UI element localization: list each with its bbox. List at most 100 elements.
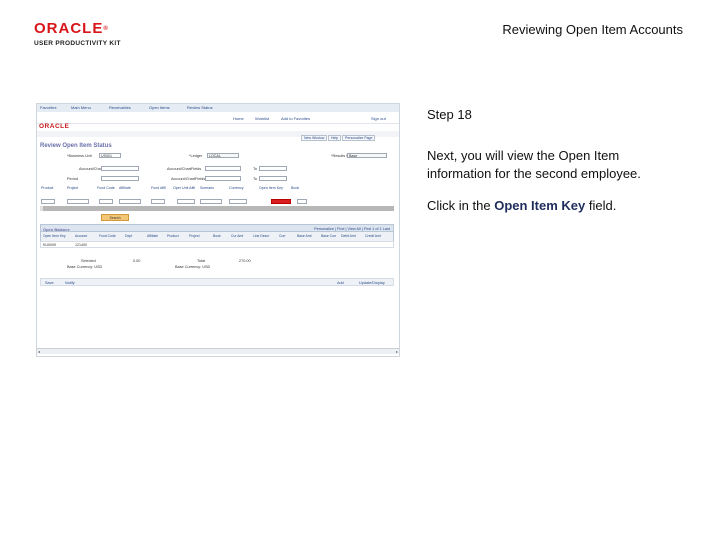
business-unit-label: *Business Unit (67, 154, 92, 158)
grid-navigation[interactable]: Personalize | Find | View All | First 1 … (314, 227, 390, 231)
notify-button[interactable]: Notify (65, 281, 75, 285)
menu-item[interactable]: Receivables (109, 105, 131, 110)
col-account: Account (75, 234, 88, 238)
col-cur-amt: Cur Amt (231, 234, 244, 238)
scroll-right-icon[interactable]: ▸ (396, 349, 398, 354)
period-chart-field[interactable] (205, 176, 241, 181)
business-unit-field[interactable]: US001 (99, 153, 121, 158)
col-base-amt: Base Amt (297, 234, 312, 238)
menu-item[interactable]: Review Status (187, 105, 213, 110)
table-row[interactable]: KU0009 121400 (40, 241, 394, 248)
horizontal-scrollbar[interactable] (40, 206, 394, 211)
col-project: Project (189, 234, 200, 238)
open-item-key-field[interactable] (271, 199, 291, 204)
account-from-field[interactable] (101, 166, 139, 171)
scenario-header: Scenario (200, 186, 215, 190)
project-header: Project (67, 186, 79, 190)
save-button[interactable]: Save (45, 281, 54, 285)
menu-item[interactable]: Favorites (40, 105, 56, 110)
selected-label: Selected (81, 259, 96, 263)
total-currency: Base Currency: USD (175, 265, 211, 269)
scroll-thumb[interactable] (40, 206, 43, 211)
to2-label: To (253, 177, 258, 181)
fund-affil-header: Fund Affil (151, 186, 166, 190)
step-number: Step 18 (427, 107, 472, 122)
personalize-page-link[interactable]: Personalize Page (342, 135, 376, 141)
add-button[interactable]: Add (337, 281, 344, 285)
col-product: Product (167, 234, 179, 238)
selected-currency: Base Currency: USD (67, 265, 103, 269)
col-book: Book (213, 234, 221, 238)
product-field[interactable] (41, 199, 55, 204)
period-from-field[interactable] (101, 176, 139, 181)
oracle-upk-logo: ORACLE® USER PRODUCTIVITY KIT (34, 20, 121, 47)
page-title: Review Open Item Status (40, 143, 112, 149)
fund-affil-field[interactable] (151, 199, 165, 204)
application-screenshot: Favorites Main Menu Receivables Open Ite… (36, 103, 400, 357)
col-curr: Curr (279, 234, 286, 238)
update-display-button[interactable]: Update/Display (359, 281, 385, 285)
logo-registered-mark: ® (103, 26, 109, 32)
click-instruction: Click in the Open Item Key field. (427, 198, 687, 213)
col-line-descr: Line Descr (253, 234, 270, 238)
nav-worklist[interactable]: Worklist (255, 116, 269, 121)
action-toolbar: Save Notify Add Update/Display (40, 278, 394, 286)
instruction-text: Next, you will view the Open Item inform… (427, 148, 641, 181)
results-in-select[interactable]: Base (347, 153, 387, 158)
period-label: Period (67, 177, 78, 181)
col-credit-amt: Credit Amt (365, 234, 381, 238)
scenario-field[interactable] (200, 199, 222, 204)
account-chartfields-label: Account/ChartFields (167, 167, 202, 171)
menu-item[interactable]: Main Menu (71, 105, 91, 110)
click-suffix: field. (585, 198, 617, 213)
slide-title: Reviewing Open Item Accounts (502, 22, 683, 37)
total-label: Total (197, 259, 206, 263)
currency-header: Currency (229, 186, 244, 190)
oper-unit-affil-header: Oper Unit Affil (173, 186, 196, 190)
product-header: Product (41, 186, 54, 190)
click-target: Open Item Key (494, 198, 586, 213)
period-chartfields-label: Account/ChartFields (171, 177, 206, 181)
new-window-link[interactable]: New Window (301, 135, 328, 141)
to-label: To (253, 167, 258, 171)
period-to-field[interactable] (259, 176, 287, 181)
window-horizontal-scrollbar[interactable]: ◂ ▸ (37, 348, 399, 354)
project-field[interactable] (67, 199, 89, 204)
row-account: 121400 (75, 243, 87, 247)
nav-sign-out[interactable]: Sign out (371, 116, 386, 121)
help-link[interactable]: Help (328, 135, 342, 141)
selected-value: 0.00 (133, 259, 141, 263)
col-debit-amt: Debit Amt (341, 234, 356, 238)
book-header: Book (291, 186, 300, 190)
nav-add-favorites[interactable]: Add to Favorites (281, 116, 310, 121)
col-fund-code: Fund Code (99, 234, 116, 238)
menu-item[interactable]: Open Items (149, 105, 170, 110)
fund-code-field[interactable] (99, 199, 113, 204)
col-open-item-key: Open Item Key (43, 234, 66, 238)
logo-wordmark: ORACLE (34, 20, 104, 37)
top-nav: Home Worklist Add to Favorites Sign out (37, 112, 399, 124)
total-value: 270.00 (239, 259, 251, 263)
open-item-key-header: Open Item Key (259, 186, 283, 190)
col-base-curr: Base Curr (321, 234, 337, 238)
menu-bar: Favorites Main Menu Receivables Open Ite… (37, 104, 399, 112)
book-field[interactable] (297, 199, 307, 204)
scroll-left-icon[interactable]: ◂ (38, 349, 40, 354)
grid-columns: Open Item Key Account Fund Code Dept Aff… (40, 232, 394, 241)
oper-unit-affil-field[interactable] (177, 199, 195, 204)
col-affiliate: Affiliate (147, 234, 159, 238)
col-dept: Dept (125, 234, 133, 238)
logo-subtitle: USER PRODUCTIVITY KIT (34, 40, 121, 47)
affiliate-field[interactable] (119, 199, 141, 204)
currency-field[interactable] (229, 199, 247, 204)
ledger-select[interactable]: LOCAL (207, 153, 239, 158)
chartfield-from-field[interactable] (205, 166, 241, 171)
open-balance-grid-header: Open Balance Personalize | Find | View A… (40, 224, 394, 232)
click-prefix: Click in the (427, 198, 495, 213)
ledger-label: *Ledger (189, 154, 203, 158)
app-logo: ORACLE (39, 123, 70, 130)
nav-home[interactable]: Home (233, 116, 244, 121)
affiliate-header: Affiliate (119, 186, 131, 190)
search-button[interactable]: Search (101, 214, 129, 221)
chartfield-to-field[interactable] (259, 166, 287, 171)
